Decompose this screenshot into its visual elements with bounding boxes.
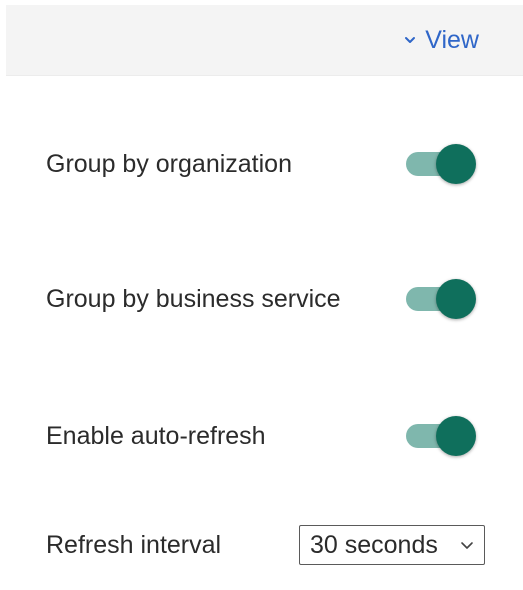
view-toggle-button[interactable]: View: [403, 25, 479, 55]
enable-auto-refresh-label: Enable auto-refresh: [46, 421, 266, 450]
chevron-down-icon: [405, 37, 416, 43]
toggle-thumb: [436, 144, 476, 184]
group-by-business-service-label: Group by business service: [46, 284, 341, 313]
setting-row-refresh-interval: Refresh interval 30 seconds: [46, 525, 485, 565]
group-by-organization-label: Group by organization: [46, 149, 292, 178]
setting-row-enable-auto-refresh: Enable auto-refresh: [46, 416, 476, 456]
toggle-thumb: [436, 279, 476, 319]
chevron-down-icon: [461, 542, 473, 549]
refresh-interval-value: 30 seconds: [310, 530, 438, 559]
refresh-interval-label: Refresh interval: [46, 530, 222, 559]
setting-row-group-by-organization: Group by organization: [46, 144, 476, 184]
enable-auto-refresh-toggle[interactable]: [406, 416, 476, 456]
toggle-thumb: [436, 416, 476, 456]
group-by-organization-toggle[interactable]: [406, 144, 476, 184]
view-toggle-label: View: [425, 25, 479, 54]
view-header: View: [6, 5, 523, 76]
setting-row-group-by-business-service: Group by business service: [46, 279, 476, 319]
group-by-business-service-toggle[interactable]: [406, 279, 476, 319]
refresh-interval-select[interactable]: 30 seconds: [299, 525, 485, 565]
